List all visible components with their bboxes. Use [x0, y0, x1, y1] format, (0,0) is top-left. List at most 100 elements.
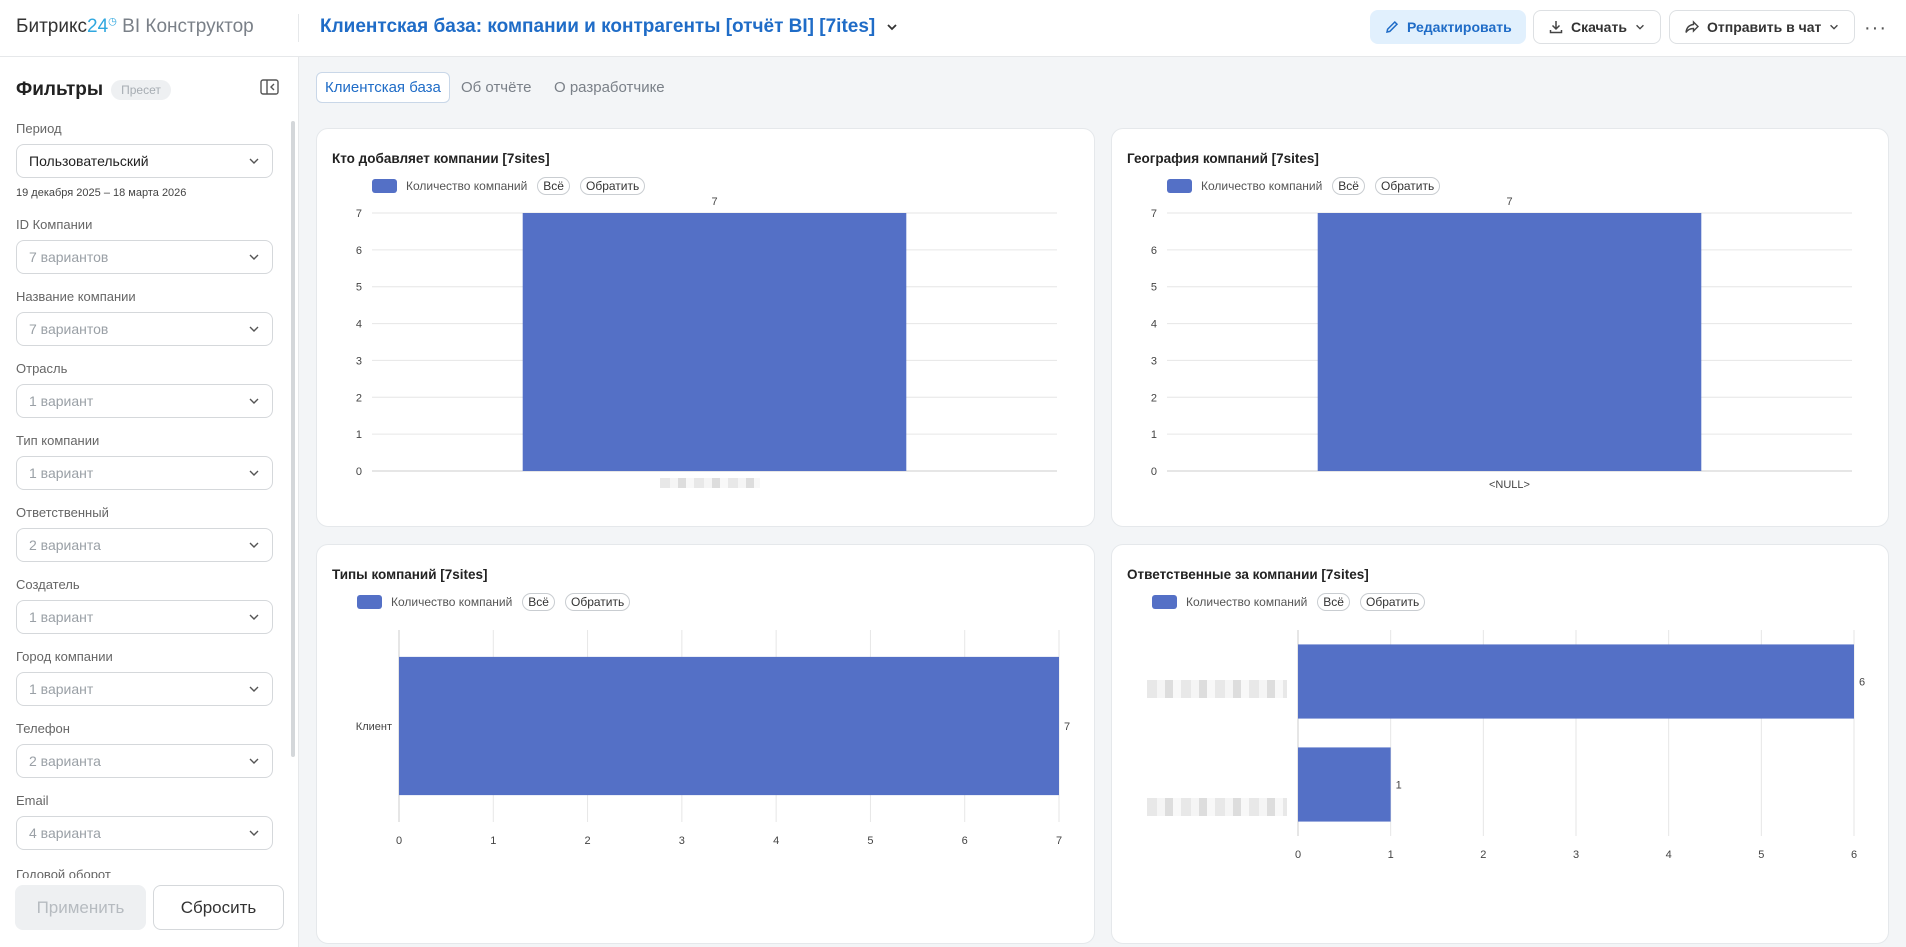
filter-group: Создатель 1 вариант — [16, 577, 273, 634]
bar — [1298, 644, 1854, 719]
chevron-down-icon — [249, 254, 259, 260]
filter-value: 2 варианта — [29, 537, 101, 553]
x-tick-label: 3 — [1573, 849, 1579, 861]
chevron-down-icon — [249, 470, 259, 476]
sidebar-scrollbar[interactable] — [291, 121, 295, 757]
bar — [1317, 213, 1702, 471]
filter-label: ID Компании — [16, 217, 93, 232]
filter-select[interactable]: 1 вариант — [16, 384, 273, 418]
filters-sidebar: Фильтры Пресет Период Пользовательский 1… — [0, 57, 299, 947]
bar-value-label: 7 — [1506, 196, 1512, 208]
y-tick-label: 4 — [356, 319, 362, 331]
filter-value: 4 варианта — [29, 825, 101, 841]
y-tick-label: 7 — [1151, 208, 1157, 220]
filter-value: 1 вариант — [29, 393, 94, 409]
chevron-down-icon — [249, 326, 259, 332]
y-tick-label: 7 — [356, 208, 362, 220]
redacted-category-label — [660, 478, 760, 488]
logo-number: 24 — [87, 16, 109, 37]
tab-client-base[interactable]: Клиентская база — [316, 72, 450, 103]
apply-button[interactable]: Применить — [15, 885, 146, 930]
filter-value: 1 вариант — [29, 465, 94, 481]
x-tick-label: 1 — [1388, 849, 1394, 861]
filter-value: 1 вариант — [29, 609, 94, 625]
filter-group: Телефон 2 варианта — [16, 721, 273, 778]
y-tick-label: 2 — [356, 392, 362, 404]
filter-group: ID Компании 7 вариантов — [16, 217, 273, 274]
y-tick-label: 5 — [356, 282, 362, 294]
bar — [522, 213, 907, 471]
filter-select[interactable]: 2 варианта — [16, 528, 273, 562]
logo-brand: Битрикс — [16, 16, 87, 37]
edit-label: Редактировать — [1407, 19, 1512, 35]
x-tick-label: 6 — [962, 835, 968, 847]
filter-label: Название компании — [16, 289, 136, 304]
y-tick-label: 0 — [356, 466, 362, 478]
tab-about-report[interactable]: Об отчёте — [453, 72, 540, 103]
edit-button[interactable]: Редактировать — [1370, 10, 1526, 44]
redacted-category-label — [1147, 798, 1287, 816]
x-tick-label: 4 — [1666, 849, 1672, 861]
filter-label: Телефон — [16, 721, 70, 736]
preset-button[interactable]: Пресет — [111, 80, 171, 100]
x-tick-label: 1 — [490, 835, 496, 847]
filters-title: Фильтры — [16, 79, 104, 100]
filter-select[interactable]: 4 варианта — [16, 816, 273, 850]
download-icon — [1549, 21, 1563, 34]
filter-select[interactable]: 7 вариантов — [16, 240, 273, 274]
period-select[interactable]: Пользовательский — [16, 144, 273, 178]
filter-period: Период Пользовательский 19 декабря 2025 … — [16, 121, 273, 199]
filter-group: Email 4 варианта — [16, 793, 273, 850]
tab-about-developer[interactable]: О разработчике — [546, 72, 673, 103]
x-tick-label: 7 — [1056, 835, 1062, 847]
report-title-dropdown[interactable]: Клиентская база: компании и контрагенты … — [320, 16, 899, 38]
chart-plot: 0 1 2 3 4 5 6 7 7 — [356, 196, 1057, 478]
bar-value-label: 6 — [1859, 677, 1865, 689]
download-label: Скачать — [1571, 19, 1627, 35]
filter-label: Отрасль — [16, 361, 68, 376]
y-tick-label: 5 — [1151, 282, 1157, 294]
more-menu-icon[interactable]: ··· — [1864, 17, 1887, 40]
send-to-chat-button[interactable]: Отправить в чат — [1669, 10, 1856, 44]
chevron-down-icon — [249, 398, 259, 404]
filter-label: Город компании — [16, 649, 113, 664]
filter-select[interactable]: 1 вариант — [16, 456, 273, 490]
chart-card-company-types: Типы компаний [7sites] Количество компан… — [316, 544, 1095, 944]
y-tick-label: 4 — [1151, 319, 1157, 331]
filter-label: Тип компании — [16, 433, 100, 448]
collapse-sidebar-icon[interactable] — [260, 79, 279, 95]
report-title: Клиентская база: компании и контрагенты … — [320, 16, 876, 37]
sidebar-footer: Применить Сбросить — [0, 878, 298, 947]
chart-plot: 0 1 2 3 4 5 6 6 1 — [1295, 630, 1865, 861]
filter-select[interactable]: 1 вариант — [16, 600, 273, 634]
filter-value: 7 вариантов — [29, 321, 109, 337]
filter-label: Ответственный — [16, 505, 109, 520]
x-tick-label: 5 — [1758, 849, 1764, 861]
filter-group: Название компании 7 вариантов — [16, 289, 273, 346]
chevron-down-icon — [249, 830, 259, 836]
period-range: 19 декабря 2025 – 18 марта 2026 — [16, 187, 187, 199]
filter-group: Отрасль 1 вариант — [16, 361, 273, 418]
top-header: Битрикс24◷ BI Конструктор Клиентская баз… — [0, 0, 1906, 57]
bar — [399, 656, 1059, 796]
filter-label: Период — [16, 121, 62, 136]
app-logo[interactable]: Битрикс24◷ BI Конструктор — [16, 16, 254, 38]
x-tick-label: 4 — [773, 835, 779, 847]
y-category-label: Клиент — [356, 721, 392, 733]
x-category-label: <NULL> — [1489, 479, 1530, 491]
download-button[interactable]: Скачать — [1533, 10, 1661, 44]
filter-select[interactable]: 7 вариантов — [16, 312, 273, 346]
filter-select[interactable]: 1 вариант — [16, 672, 273, 706]
chart-card-geography: География компаний [7sites] Количество к… — [1111, 128, 1889, 527]
logo-product: BI Конструктор — [122, 16, 254, 37]
reset-button[interactable]: Сбросить — [153, 885, 284, 930]
header-divider — [298, 14, 299, 42]
filter-select[interactable]: 2 варианта — [16, 744, 273, 778]
x-tick-label: 0 — [396, 835, 402, 847]
filter-value: 7 вариантов — [29, 249, 109, 265]
filter-group: Тип компании 1 вариант — [16, 433, 273, 490]
redacted-category-label — [1147, 680, 1287, 698]
chart-card-who-adds: Кто добавляет компании [7sites] Количест… — [316, 128, 1095, 527]
filter-value: 1 вариант — [29, 681, 94, 697]
bar-value-label: 7 — [1064, 721, 1070, 733]
